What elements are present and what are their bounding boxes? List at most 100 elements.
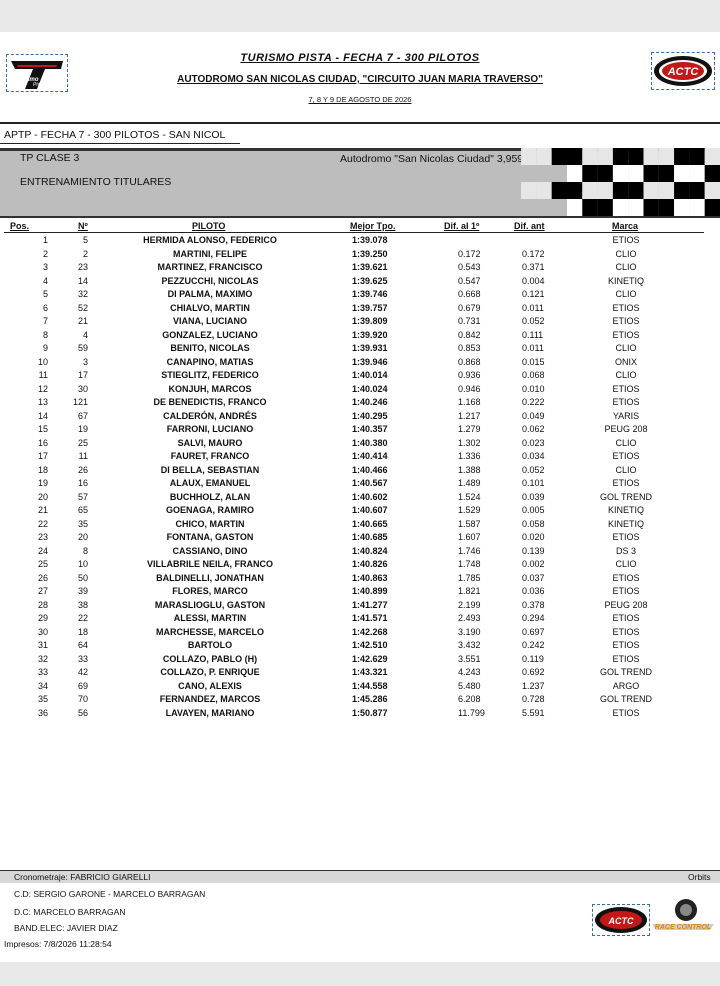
row-driver: LAVAYEN, MARIANO (165, 707, 255, 718)
checker-square (536, 148, 552, 165)
row-number: 67 (77, 410, 88, 421)
checker-square (551, 182, 567, 199)
row-pos: 12 (37, 383, 48, 394)
row-pos: 17 (37, 451, 48, 461)
row-best-time: 1:41.277 (352, 599, 388, 610)
row-gap-first: 0.946 (458, 383, 481, 394)
checker-square (582, 182, 598, 199)
row-number: 21 (77, 316, 88, 326)
row-gap-first: 0.668 (458, 289, 481, 299)
row-pos: 4 (42, 275, 48, 286)
row-best-time: 1:40.466 (352, 464, 388, 475)
checker-square (567, 182, 583, 199)
row-driver: CANO, ALEXIS (178, 680, 242, 691)
row-brand: ETIOS (612, 653, 640, 664)
row-gap-prev: 0.692 (522, 667, 545, 677)
table-row: 13 121 DE BENEDICTIS, FRANCO 1:40.246 1.168 0… (0, 397, 720, 411)
section-title: APTP - FECHA 7 - 300 PILOTOS - SAN NICOL (4, 129, 226, 141)
row-gap-prev: 0.728 (522, 694, 545, 704)
row-gap-prev: 0.371 (522, 262, 545, 272)
row-best-time: 1:40.665 (352, 518, 388, 529)
orbits-label: Orbits (688, 872, 711, 882)
row-best-time: 1:40.602 (352, 491, 388, 502)
row-brand: CLIO (615, 437, 637, 448)
race-control-logo-text: RACE CONTROL (655, 924, 711, 931)
row-number: 59 (77, 343, 88, 353)
col-difant: Dif. ant (514, 221, 545, 231)
table-row: 14 67 CALDERÓN, ANDRÉS 1:40.295 1.217 0.049 YA… (0, 411, 720, 425)
checker-square (674, 182, 690, 199)
row-pos: 3 (42, 262, 48, 272)
row-gap-prev: 5.591 (522, 707, 545, 718)
row-brand: ETIOS (612, 329, 640, 340)
row-gap-first: 5.480 (458, 680, 481, 691)
checker-square (704, 165, 720, 182)
row-best-time: 1:42.268 (352, 626, 388, 637)
row-brand: ETIOS (612, 451, 640, 461)
row-driver: BUCHHOLZ, ALAN (169, 491, 251, 502)
row-driver: CHICO, MARTIN (175, 518, 245, 529)
row-driver: GOENAGA, RAMIRO (165, 505, 254, 515)
row-driver: BENITO, NICOLAS (170, 343, 250, 353)
checker-square (597, 165, 613, 182)
checker-square (643, 182, 659, 199)
row-driver: KONJUH, MARCOS (168, 383, 252, 394)
row-gap-prev: 0.121 (522, 289, 545, 299)
row-best-time: 1:40.826 (352, 559, 388, 569)
row-best-time: 1:44.558 (352, 680, 388, 691)
table-row: 22 35 CHICO, MARTIN 1:40.665 1.587 0.058 KINET… (0, 519, 720, 533)
row-pos: 5 (42, 289, 48, 299)
row-brand: ETIOS (612, 586, 640, 596)
checker-square (643, 199, 659, 216)
checker-square (689, 182, 705, 199)
row-gap-first: 0.731 (458, 316, 481, 326)
checker-square (567, 148, 583, 165)
row-best-time: 1:40.414 (352, 451, 388, 461)
session-band-bottom (0, 216, 720, 218)
row-best-time: 1:39.946 (352, 356, 388, 367)
section-underline (0, 143, 240, 144)
row-gap-first: 4.243 (458, 667, 481, 677)
row-best-time: 1:39.250 (352, 248, 388, 259)
row-gap-first: 1.587 (458, 518, 481, 529)
row-pos: 31 (37, 640, 48, 650)
table-row: 9 59 BENITO, NICOLAS 1:39.931 0.853 0.011 CLIO (0, 343, 720, 357)
row-best-time: 1:45.286 (352, 694, 388, 704)
checker-square (689, 148, 705, 165)
row-gap-prev: 0.023 (522, 437, 545, 448)
row-driver: ALAUX, EMANUEL (169, 478, 251, 488)
row-brand: KINETIQ (607, 275, 644, 286)
row-brand: CLIO (615, 343, 637, 353)
actc-logo-text: ACTC (667, 66, 700, 78)
table-row: 34 69 CANO, ALEXIS 1:44.558 5.480 1.237 ARGO (0, 681, 720, 695)
row-number: 4 (82, 329, 88, 340)
row-gap-first: 0.936 (458, 370, 481, 380)
header-divider (0, 122, 720, 124)
row-gap-prev: 0.378 (522, 599, 545, 610)
table-row: 18 26 DI BELLA, SEBASTIAN 1:40.466 1.388 0.05… (0, 465, 720, 479)
row-brand: GOL TREND (599, 667, 652, 677)
row-pos: 35 (37, 694, 48, 704)
row-number: 52 (77, 302, 88, 313)
checker-square (674, 165, 690, 182)
row-gap-prev: 0.101 (522, 478, 545, 488)
row-gap-prev: 0.004 (522, 275, 545, 286)
col-tiempo: Mejor Tpo. (350, 221, 396, 231)
row-pos: 34 (37, 680, 48, 691)
col-marca: Marca (612, 221, 639, 231)
row-number: 14 (77, 275, 88, 286)
row-number: 121 (72, 397, 88, 407)
row-driver: STIEGLITZ, FEDERICO (161, 370, 259, 380)
row-number: 69 (77, 680, 88, 691)
row-pos: 15 (37, 424, 48, 434)
row-number: 19 (77, 424, 88, 434)
row-best-time: 1:40.567 (352, 478, 388, 488)
table-row: 24 8 CASSIANO, DINO 1:40.824 1.746 0.139 DS 3 (0, 546, 720, 560)
row-driver: BARTOLO (187, 640, 233, 650)
table-row: 36 56 LAVAYEN, MARIANO 1:50.877 11.799 5.591 E… (0, 708, 720, 722)
row-pos: 8 (42, 329, 48, 340)
row-brand: CLIO (615, 248, 637, 259)
row-number: 50 (77, 572, 88, 583)
table-row: 5 32 DI PALMA, MAXIMO 1:39.746 0.668 0.121 CLI… (0, 289, 720, 303)
row-gap-first: 3.190 (458, 626, 481, 637)
